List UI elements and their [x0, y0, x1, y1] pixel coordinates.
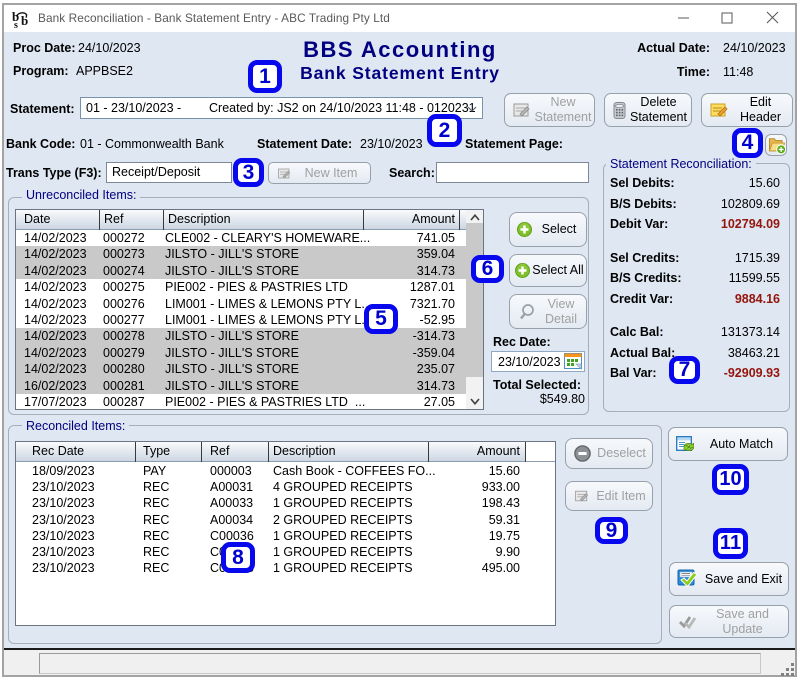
svg-text:s: s: [14, 20, 18, 29]
